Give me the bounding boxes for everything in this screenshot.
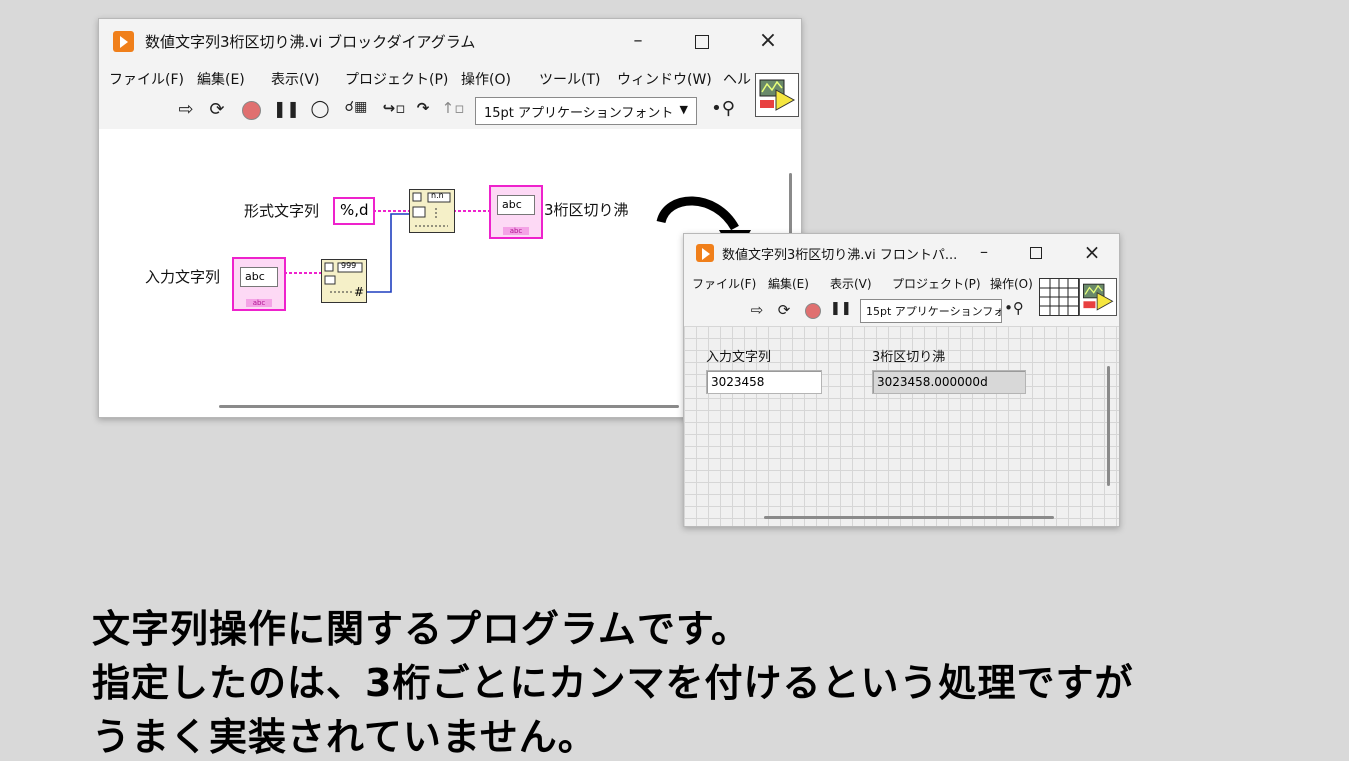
menu-view[interactable]: 表示(V) xyxy=(271,69,320,89)
maximize-button[interactable] xyxy=(679,19,725,63)
fp-menu-operate[interactable]: 操作(O) xyxy=(990,275,1033,292)
caption-line-1: 文字列操作に関するプログラムです。 xyxy=(92,607,751,651)
block-diagram-titlebar: 数値文字列3桁区切り沸.vi ブロックダイアグラム – × xyxy=(99,19,801,63)
block-diagram-menubar: ファイル(F) 編集(E) 表示(V) プロジェクト(P) 操作(O) ツール(… xyxy=(99,63,801,93)
run-continuously-icon[interactable]: ⟳ xyxy=(774,301,794,319)
block-diagram-title: 数値文字列3桁区切り沸.vi ブロックダイアグラム xyxy=(145,33,476,51)
run-continuously-icon[interactable]: ⟳ xyxy=(205,99,229,120)
fp-minimize-button[interactable]: – xyxy=(966,234,1002,270)
maximize-icon xyxy=(695,34,709,49)
search-icon[interactable]: •⚲ xyxy=(1000,299,1028,317)
input-string-control-terminal[interactable]: abc abc xyxy=(232,257,286,311)
caption-line-3: うまく実装されていません。 xyxy=(92,715,597,759)
labview-logo-icon xyxy=(696,244,714,262)
menu-window[interactable]: ウィンドウ(W) xyxy=(617,69,712,89)
fp-maximize-button[interactable] xyxy=(1018,234,1054,270)
minimize-button[interactable]: – xyxy=(615,19,661,63)
format-string-label: 形式文字列 xyxy=(244,202,320,220)
scan-from-string-node[interactable]: 999 # xyxy=(321,259,367,303)
block-diagram-toolbar: ⇨ ⟳ ❚❚ ◯ ☌▦ ↪▫ ↷ ↑▫ 15pt アプリケーションフォント ▼ … xyxy=(99,93,801,130)
input-string-control[interactable]: 3023458 xyxy=(706,370,822,394)
fp-menu-project[interactable]: プロジェクト(P) xyxy=(892,275,981,292)
numeric-wire xyxy=(367,213,409,293)
vi-connector-icon[interactable] xyxy=(755,73,799,117)
maximize-icon xyxy=(1030,246,1042,259)
menu-tools[interactable]: ツール(T) xyxy=(539,69,600,89)
fp-menu-view[interactable]: 表示(V) xyxy=(830,275,872,292)
fp-menu-file[interactable]: ファイル(F) xyxy=(692,275,756,292)
menu-file[interactable]: ファイル(F) xyxy=(109,69,184,89)
menu-help[interactable]: ヘル xyxy=(723,69,751,89)
pause-icon[interactable]: ❚❚ xyxy=(830,301,852,316)
search-icon[interactable]: •⚲ xyxy=(709,98,737,119)
run-arrow-icon[interactable]: ⇨ xyxy=(748,301,766,319)
block-diagram-horizontal-scrollbar[interactable] xyxy=(219,405,679,408)
caption-line-2: 指定したのは、3桁ごとにカンマを付けるという処理ですが xyxy=(92,661,1134,705)
menu-edit[interactable]: 編集(E) xyxy=(197,69,245,89)
front-panel-title: 数値文字列3桁区切り沸.vi フロントパ... xyxy=(722,248,958,263)
labview-logo-icon xyxy=(113,31,134,52)
connector-pane-icon[interactable] xyxy=(1039,278,1079,316)
front-panel-window: 数値文字列3桁区切り沸.vi フロントパ... – × ファイル(F) 編集(E… xyxy=(683,233,1120,527)
menu-project[interactable]: プロジェクト(P) xyxy=(345,69,448,89)
output-string-indicator: 3023458.000000d xyxy=(872,370,1026,394)
fp-menu-edit[interactable]: 編集(E) xyxy=(768,275,809,292)
format-string-constant[interactable]: %,d xyxy=(333,197,375,225)
abort-icon[interactable] xyxy=(241,101,261,124)
fp-close-button[interactable]: × xyxy=(1074,234,1110,270)
abort-icon[interactable] xyxy=(804,303,822,323)
fp-vertical-scrollbar[interactable] xyxy=(1107,366,1110,486)
fp-input-string-label: 入力文字列 xyxy=(706,350,772,365)
fp-horizontal-scrollbar[interactable] xyxy=(764,516,1054,519)
font-select[interactable]: 15pt アプリケーションフォント ▼ xyxy=(475,97,697,125)
close-button[interactable]: × xyxy=(745,19,791,63)
fp-vi-logo-icon[interactable] xyxy=(1079,278,1117,316)
fp-font-select[interactable]: 15pt アプリケーションフォ xyxy=(860,299,1002,323)
vi-logo-icon xyxy=(759,79,796,111)
step-into-icon[interactable]: ↪▫ xyxy=(381,99,407,117)
front-panel-titlebar: 数値文字列3桁区切り沸.vi フロントパ... – × xyxy=(684,234,1119,270)
run-arrow-icon[interactable]: ⇨ xyxy=(175,99,197,120)
format-into-string-node[interactable]: n.n xyxy=(409,189,455,233)
fp-output-string-label: 3桁区切り沸 xyxy=(872,350,946,365)
output-string-indicator-terminal[interactable]: abc abc xyxy=(489,185,543,239)
step-over-icon[interactable]: ↷ xyxy=(411,99,435,117)
retain-wire-values-icon[interactable]: ☌▦ xyxy=(343,99,369,115)
step-out-icon[interactable]: ↑▫ xyxy=(441,99,465,117)
highlight-execution-icon[interactable]: ◯ xyxy=(309,99,331,119)
chevron-down-icon: ▼ xyxy=(679,103,688,116)
output-string-label: 3桁区切り沸 xyxy=(544,201,629,219)
pause-icon[interactable]: ❚❚ xyxy=(273,99,300,118)
input-string-label: 入力文字列 xyxy=(145,268,221,286)
front-panel-canvas[interactable]: 入力文字列 3023458 3桁区切り沸 3023458.000000d xyxy=(684,326,1119,526)
menu-operate[interactable]: 操作(O) xyxy=(461,69,511,89)
